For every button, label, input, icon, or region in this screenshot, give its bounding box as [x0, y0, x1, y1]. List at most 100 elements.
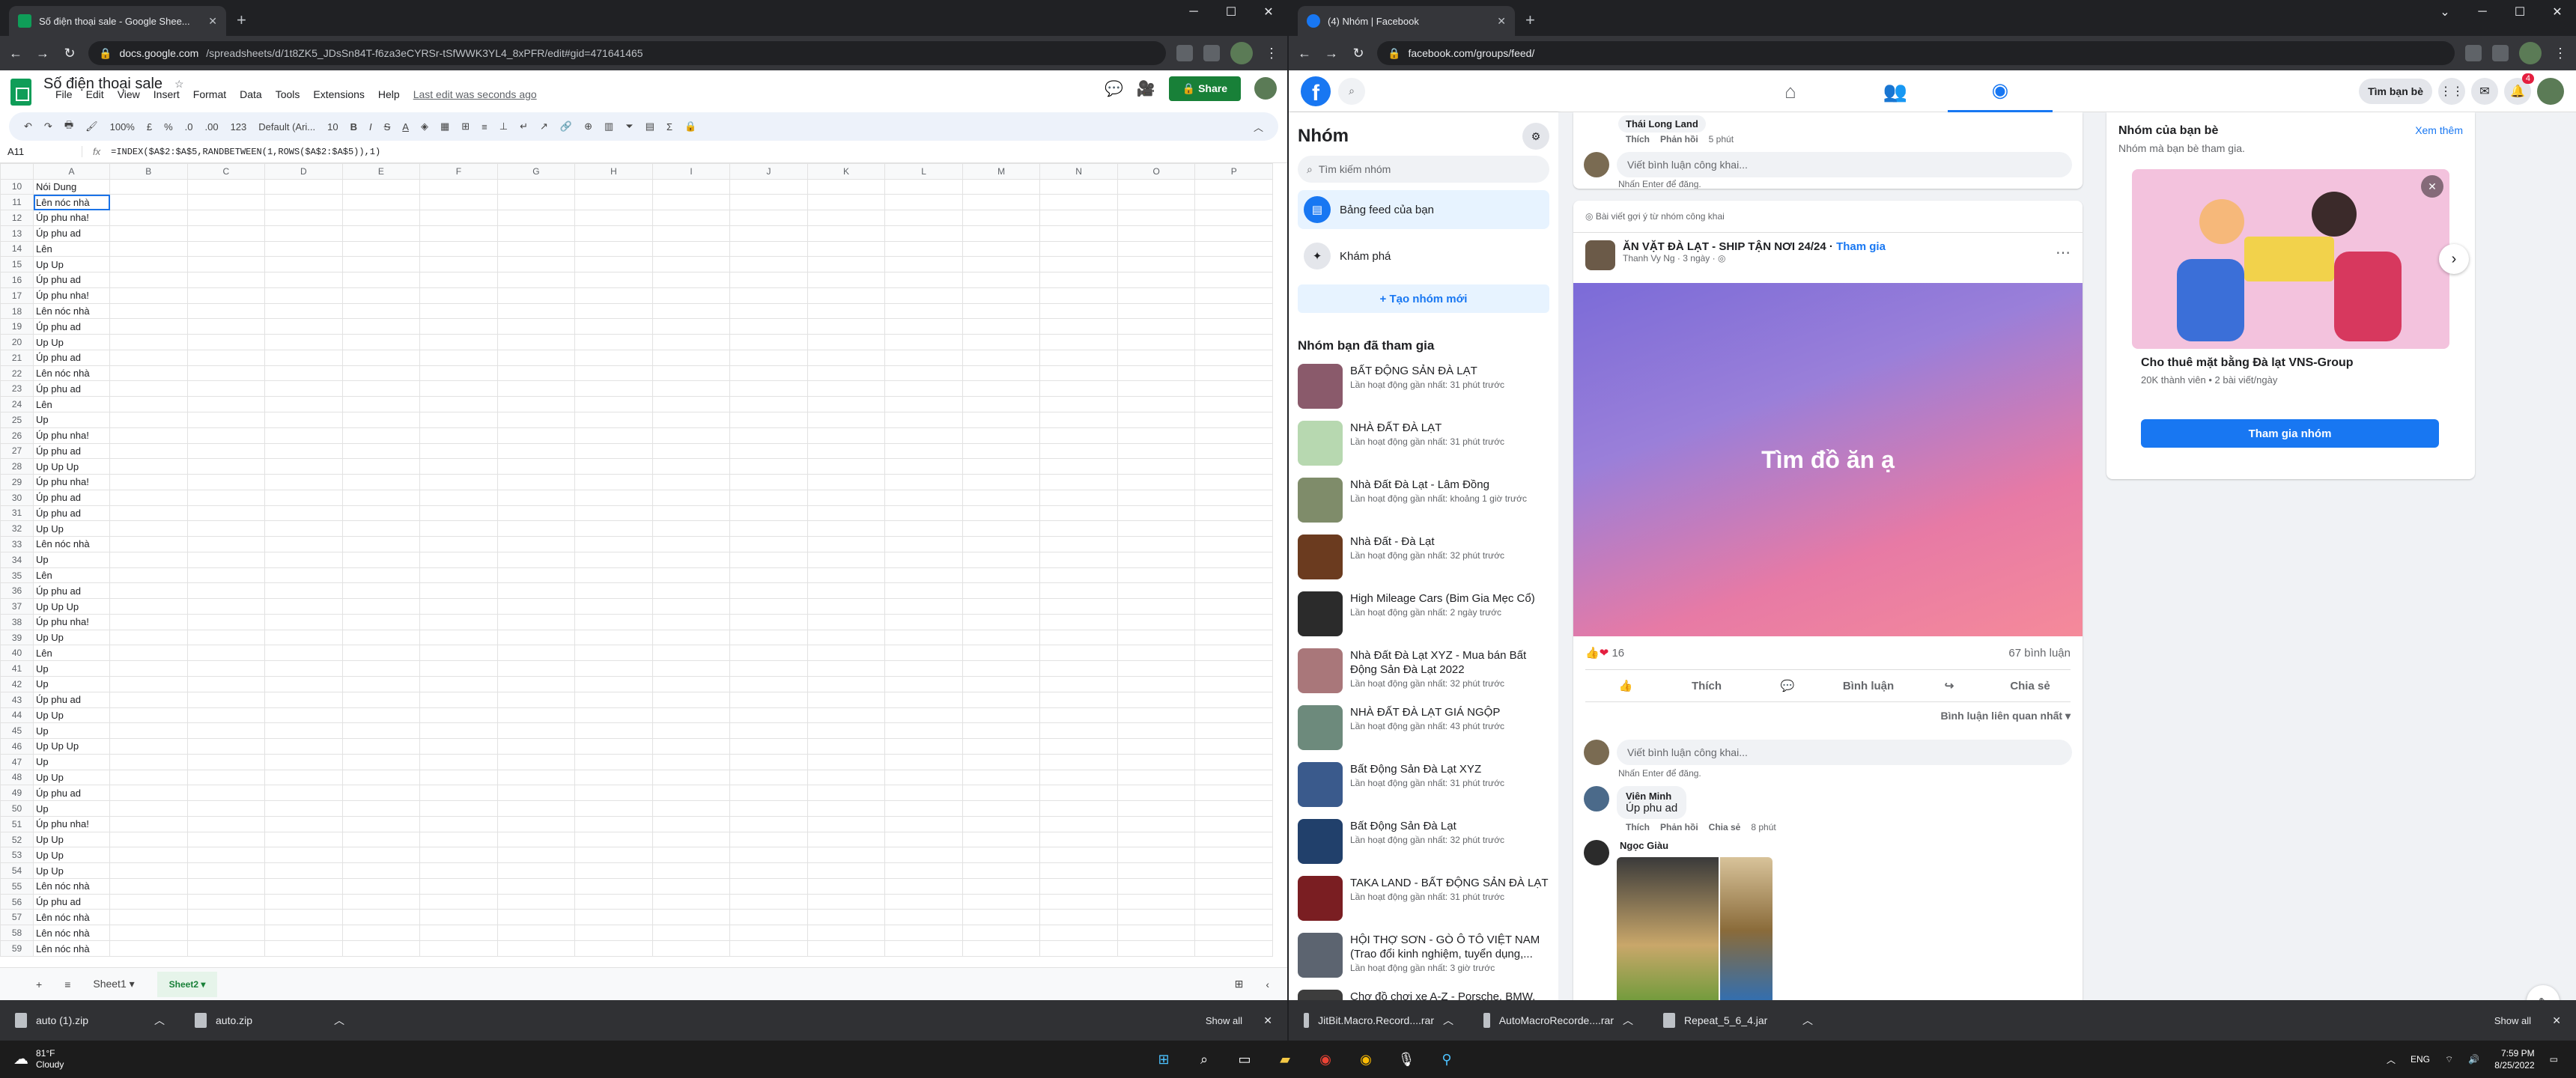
cell[interactable]	[1194, 334, 1273, 350]
menu-grid-icon[interactable]: ⋮⋮	[2438, 78, 2465, 105]
cell[interactable]	[962, 738, 1041, 755]
cell[interactable]	[884, 707, 963, 724]
cell[interactable]	[1194, 815, 1273, 832]
column-header[interactable]: G	[496, 163, 576, 180]
cell[interactable]	[341, 815, 421, 832]
cell[interactable]: Úp phu ad	[33, 225, 110, 242]
cell[interactable]	[651, 240, 731, 258]
cell[interactable]	[962, 178, 1041, 195]
cell[interactable]	[884, 256, 963, 273]
comment-author[interactable]: Viên Minh	[1626, 791, 1677, 802]
list-item[interactable]: TAKA LAND - BẤT ĐỘNG SẢN ĐÀ LẠT Lần hoạt …	[1298, 871, 1549, 928]
cell[interactable]	[341, 847, 421, 864]
cell[interactable]	[1194, 660, 1273, 677]
cell[interactable]	[109, 877, 188, 895]
cell[interactable]: Up	[33, 722, 110, 740]
row-header[interactable]: 26	[0, 427, 34, 444]
cell[interactable]	[884, 210, 963, 226]
cell[interactable]	[1039, 909, 1118, 926]
close-tab-icon[interactable]: ✕	[1497, 15, 1506, 28]
cell[interactable]	[884, 613, 963, 630]
cell[interactable]	[1194, 210, 1273, 226]
cell[interactable]	[109, 551, 188, 568]
cell[interactable]	[264, 442, 343, 460]
cell[interactable]	[1039, 411, 1118, 428]
cell[interactable]	[186, 785, 266, 802]
sheets-logo-icon[interactable]	[10, 79, 31, 106]
row-header[interactable]: 54	[0, 862, 34, 879]
cell[interactable]	[1039, 520, 1118, 538]
row-header[interactable]: 20	[0, 334, 34, 350]
cell[interactable]	[1039, 318, 1118, 335]
close-downloads-icon[interactable]: ✕	[1263, 1014, 1272, 1027]
cell[interactable]	[1117, 925, 1196, 942]
cell[interactable]	[419, 240, 498, 258]
cell[interactable]	[651, 613, 731, 630]
cell[interactable]	[729, 427, 808, 444]
cell[interactable]	[264, 676, 343, 692]
file-explorer-icon[interactable]: ▰	[1275, 1049, 1295, 1070]
cell[interactable]	[962, 396, 1041, 412]
cell[interactable]	[419, 210, 498, 226]
cell[interactable]	[1194, 240, 1273, 258]
strikethrough-icon[interactable]: S	[384, 121, 391, 133]
font-select[interactable]: Default (Ari...	[258, 121, 315, 133]
cell[interactable]	[574, 225, 653, 242]
cell[interactable]	[962, 940, 1041, 957]
column-header[interactable]: B	[109, 163, 188, 180]
cell[interactable]	[341, 831, 421, 848]
cell[interactable]	[1039, 722, 1118, 740]
cell[interactable]	[109, 660, 188, 677]
cell[interactable]	[574, 940, 653, 957]
cell[interactable]	[651, 427, 731, 444]
cell[interactable]	[1117, 722, 1196, 740]
column-header[interactable]: L	[884, 163, 963, 180]
cell[interactable]	[574, 536, 653, 552]
cell[interactable]	[496, 536, 576, 552]
cell[interactable]	[1194, 676, 1273, 692]
cell[interactable]	[806, 505, 886, 522]
cell[interactable]	[496, 287, 576, 304]
cell[interactable]	[341, 676, 421, 692]
clock[interactable]: 7:59 PM 8/25/2022	[2494, 1047, 2534, 1071]
cell[interactable]	[884, 474, 963, 490]
cell[interactable]: Up Up Up	[33, 458, 110, 475]
cell[interactable]	[884, 567, 963, 584]
cell[interactable]	[729, 738, 808, 755]
cell[interactable]	[806, 598, 886, 615]
cell[interactable]	[729, 520, 808, 538]
more-options-icon[interactable]: ⋯	[2056, 243, 2071, 262]
cell[interactable]	[651, 551, 731, 568]
cell[interactable]	[109, 194, 188, 211]
cell[interactable]	[962, 194, 1041, 211]
cell[interactable]	[1039, 691, 1118, 708]
cell[interactable]	[109, 831, 188, 848]
home-icon[interactable]: ⌂	[1738, 70, 1843, 112]
cell[interactable]	[962, 722, 1041, 740]
cell[interactable]	[186, 753, 266, 770]
cell[interactable]	[1117, 210, 1196, 226]
cell[interactable]	[574, 660, 653, 677]
cell[interactable]	[1117, 505, 1196, 522]
cell[interactable]	[419, 302, 498, 320]
cell[interactable]	[806, 334, 886, 350]
cell[interactable]	[186, 660, 266, 677]
cell[interactable]	[186, 380, 266, 398]
cell[interactable]	[496, 225, 576, 242]
cell[interactable]	[729, 302, 808, 320]
align-icon[interactable]: ≡	[482, 121, 487, 133]
cell[interactable]	[109, 753, 188, 770]
cell[interactable]	[1117, 536, 1196, 552]
cell[interactable]	[341, 349, 421, 366]
cell[interactable]	[884, 800, 963, 817]
cell[interactable]	[1117, 520, 1196, 538]
cell[interactable]	[1039, 489, 1118, 506]
cell[interactable]	[264, 707, 343, 724]
cell[interactable]	[1194, 567, 1273, 584]
post-time[interactable]: 3 ngày	[1683, 253, 1710, 264]
comment-input[interactable]: Viết bình luận công khai...	[1617, 152, 2072, 177]
cell[interactable]	[419, 505, 498, 522]
cell[interactable]: Up Up	[33, 862, 110, 879]
cell[interactable]: Up Up	[33, 707, 110, 724]
menu-data[interactable]: Data	[240, 88, 262, 100]
